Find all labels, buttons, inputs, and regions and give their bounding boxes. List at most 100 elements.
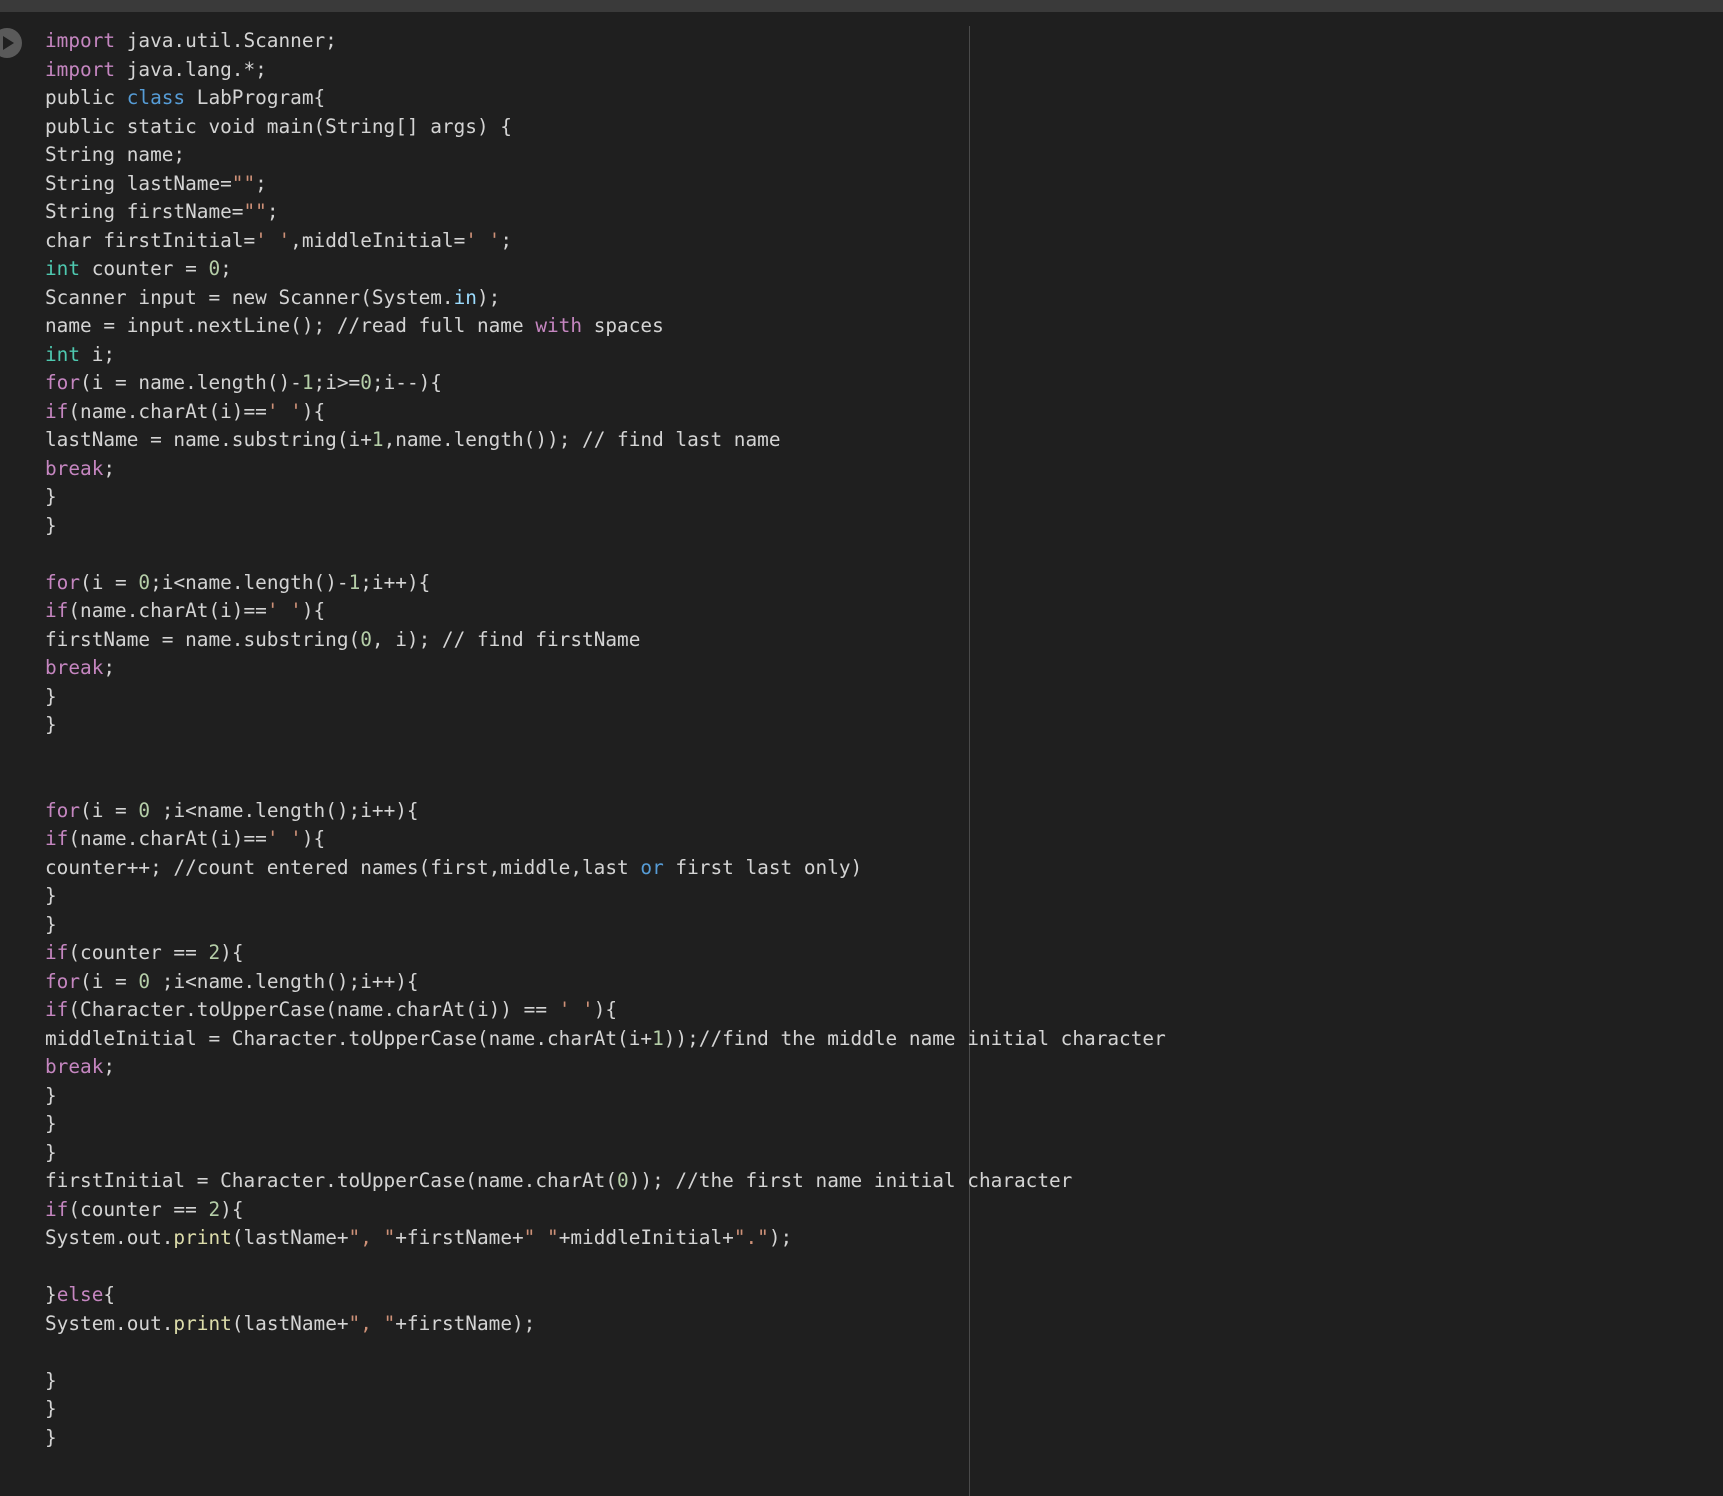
code-token: ; [255, 171, 267, 195]
code-token: ' ' [266, 399, 302, 423]
code-token: if [45, 827, 69, 850]
code-token: ){ [593, 998, 618, 1021]
code-token: } [45, 884, 57, 907]
code-token: with [535, 314, 583, 337]
code-editor[interactable]: import java.util.Scanner; import java.lan… [0, 12, 1723, 1496]
code-token: ; [266, 200, 279, 223]
code-token: "." [733, 1226, 769, 1249]
code-token: } [45, 1425, 57, 1449]
code-token: (Character.toUpperCase(name.charAt(i)) =… [68, 998, 559, 1021]
code-token: ); [476, 285, 501, 309]
code-line: } [45, 711, 1166, 740]
code-token: for [45, 798, 81, 822]
code-token: lastName = name.substring(i+ [45, 428, 372, 451]
code-line: public static void main(String[] args) { [45, 113, 1166, 142]
code-token: public static void main(String[] args) { [45, 114, 512, 138]
code-token: if [45, 599, 69, 622]
code-line: for(i = 0 ;i<name.length();i++){ [45, 968, 1166, 997]
code-token: LabProgram{ [185, 86, 326, 109]
code-token: 1 [652, 1026, 664, 1050]
code-token: +firstName); [395, 1311, 536, 1335]
code-line: String name; [45, 141, 1166, 170]
code-token: System.out. [45, 1226, 174, 1249]
code-line: int i; [45, 341, 1166, 370]
code-token: " " [523, 1226, 559, 1249]
code-token: name = input.nextLine(); //read full nam… [45, 314, 536, 337]
code-token: } [45, 1112, 57, 1135]
code-line: String firstName=""; [45, 198, 1166, 227]
code-token: break [45, 656, 104, 679]
code-line: } [45, 512, 1166, 541]
code-token: int [45, 257, 81, 280]
code-line: if(name.charAt(i)==' '){ [45, 597, 1166, 626]
code-area[interactable]: import java.util.Scanner; import java.lan… [45, 27, 1166, 1452]
code-line: } [45, 483, 1166, 512]
code-token: ,middleInitial= [290, 228, 466, 252]
code-line: } [45, 882, 1166, 911]
code-token: ; [220, 257, 232, 280]
play-icon [3, 36, 14, 50]
code-token: )); //the first name initial character [628, 1169, 1073, 1192]
run-cell-button[interactable] [0, 28, 22, 58]
code-token: } [45, 1368, 57, 1392]
code-token: class [126, 86, 186, 109]
code-token: if [45, 998, 69, 1021]
code-line: middleInitial = Character.toUpperCase(na… [45, 1025, 1166, 1054]
code-line: for(i = 0 ;i<name.length();i++){ [45, 797, 1166, 826]
code-token: String firstName= [45, 200, 244, 223]
code-token: else [56, 1283, 104, 1306]
code-token: ' ' [465, 228, 501, 252]
code-token: ;i<name.length();i++){ [150, 798, 419, 822]
code-token: 0 [360, 371, 372, 394]
code-line: for(i = name.length()-1;i>=0;i--){ [45, 369, 1166, 398]
code-token: (name.charAt(i)== [68, 827, 267, 850]
code-token: ; [500, 228, 513, 252]
code-line: }else{ [45, 1281, 1166, 1310]
code-token: import [45, 57, 116, 81]
code-token: 1 [348, 570, 361, 594]
code-line: if(name.charAt(i)==' '){ [45, 825, 1166, 854]
code-token: ; [103, 1055, 116, 1078]
code-token: 1 [371, 428, 384, 451]
code-token: (lastName+ [231, 1226, 349, 1249]
code-token: (counter == [68, 1197, 209, 1221]
code-line: char firstInitial=' ',middleInitial=' '; [45, 227, 1166, 256]
code-token: (i = [80, 969, 139, 993]
code-token: "" [231, 171, 256, 195]
code-token: String lastName= [45, 171, 232, 195]
code-line: public class LabProgram{ [45, 84, 1166, 113]
code-token: in [453, 285, 477, 309]
code-token: import [45, 29, 116, 52]
code-line: } [45, 1395, 1166, 1424]
code-token: 0 [138, 570, 151, 594]
code-line: name = input.nextLine(); //read full nam… [45, 312, 1166, 341]
code-line: break; [45, 1053, 1166, 1082]
code-token: for [45, 570, 81, 594]
code-token: ){ [301, 399, 326, 423]
code-token: (i = [80, 798, 139, 822]
code-line: lastName = name.substring(i+1,name.lengt… [45, 426, 1166, 455]
code-token: "" [243, 200, 267, 223]
code-token: java.lang.*; [115, 57, 267, 81]
code-token: or [640, 855, 664, 879]
code-line: counter++; //count entered names(first,m… [45, 854, 1166, 883]
code-token: ){ [301, 827, 326, 850]
code-token: ;i<name.length();i++){ [150, 969, 419, 993]
code-token: 2 [208, 941, 221, 964]
code-token: ;i--){ [371, 371, 442, 394]
code-token: if [45, 399, 69, 423]
code-line: } [45, 683, 1166, 712]
code-token: ));//find the middle name initial charac… [663, 1026, 1166, 1050]
code-token: 0 [208, 257, 221, 280]
code-token: first last only) [663, 855, 863, 879]
code-token: } [45, 1397, 57, 1420]
code-token: +middleInitial+ [558, 1226, 734, 1249]
code-line: } [45, 1367, 1166, 1396]
code-token: print [173, 1311, 232, 1335]
code-token: 0 [138, 798, 151, 822]
